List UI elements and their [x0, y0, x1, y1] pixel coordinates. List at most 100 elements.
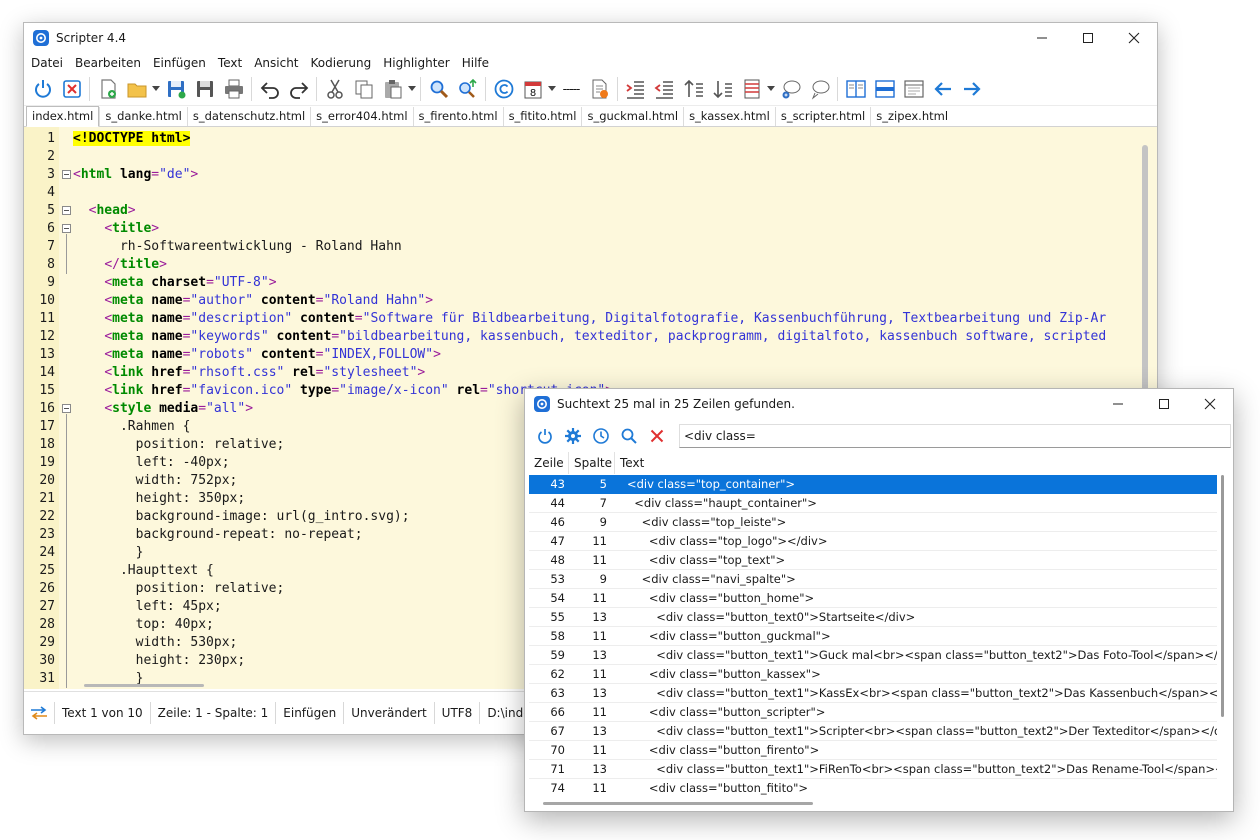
comment-add-icon[interactable] — [776, 75, 805, 103]
code-line[interactable]: left: -40px; — [73, 454, 230, 472]
search-close-button[interactable] — [1187, 389, 1233, 419]
redo-icon[interactable] — [284, 75, 313, 103]
separator-line-button[interactable]: ----- — [557, 82, 585, 96]
code-line[interactable]: <meta charset="UTF-8"> — [73, 274, 276, 292]
sort-desc-icon[interactable] — [708, 75, 737, 103]
tab-s-error404[interactable]: s_error404.html — [310, 107, 412, 126]
code-line[interactable]: position: relative; — [73, 580, 285, 598]
code-line[interactable]: width: 752px; — [73, 472, 238, 490]
result-row[interactable]: 70 11 <div class="button_firento"> — [529, 741, 1217, 760]
split-vertical-icon[interactable] — [841, 75, 870, 103]
insert-file-icon[interactable] — [585, 75, 614, 103]
fold-toggle-icon[interactable] — [62, 224, 71, 233]
code-line[interactable]: <style media="all"> — [73, 400, 253, 418]
fold-toggle-icon[interactable] — [62, 404, 71, 413]
search-minimize-button[interactable] — [1095, 389, 1141, 419]
menu-einfuegen[interactable]: Einfügen — [147, 53, 212, 73]
code-line[interactable]: </title> — [73, 256, 167, 274]
copy-icon[interactable] — [349, 75, 378, 103]
code-line[interactable]: <!DOCTYPE html> — [73, 130, 191, 148]
result-row[interactable]: 62 11 <div class="button_kassex"> — [529, 665, 1217, 684]
column-dropdown-icon[interactable] — [766, 75, 776, 103]
result-row[interactable]: 53 9 <div class="navi_spalte"> — [529, 570, 1217, 589]
tab-s-guckmal[interactable]: s_guckmal.html — [581, 107, 683, 126]
result-row[interactable]: 74 11 <div class="button_fitito"> — [529, 779, 1217, 797]
undo-icon[interactable] — [255, 75, 284, 103]
result-row[interactable]: 55 13 <div class="button_text0">Startseit… — [529, 608, 1217, 627]
code-line[interactable]: background-repeat: no-repeat; — [73, 526, 363, 544]
replace-icon[interactable] — [453, 75, 482, 103]
search-input[interactable] — [679, 424, 1231, 448]
new-file-icon[interactable] — [93, 75, 122, 103]
page-icon[interactable] — [899, 75, 928, 103]
outdent-icon[interactable] — [650, 75, 679, 103]
split-horizontal-icon[interactable] — [870, 75, 899, 103]
tab-s-kassex[interactable]: s_kassex.html — [683, 107, 775, 126]
result-row[interactable]: 43 5 <div class="top_container"> — [529, 475, 1217, 494]
result-row[interactable]: 48 11 <div class="top_text"> — [529, 551, 1217, 570]
open-folder-icon[interactable] — [122, 75, 151, 103]
code-line[interactable]: top: 40px; — [73, 616, 214, 634]
menu-bearbeiten[interactable]: Bearbeiten — [69, 53, 147, 73]
tab-s-danke[interactable]: s_danke.html — [99, 107, 187, 126]
open-dropdown-icon[interactable] — [151, 75, 161, 103]
result-row[interactable]: 63 13 <div class="button_text1">KassEx<br… — [529, 684, 1217, 703]
menu-ansicht[interactable]: Ansicht — [248, 53, 304, 73]
code-line[interactable]: <meta name="author" content="Roland Hahn… — [73, 292, 433, 310]
save-all-icon[interactable] — [190, 75, 219, 103]
menu-datei[interactable]: Datei — [25, 53, 69, 73]
print-icon[interactable] — [219, 75, 248, 103]
tab-s-datenschutz[interactable]: s_datenschutz.html — [186, 107, 310, 126]
result-row[interactable]: 66 11 <div class="button_scripter"> — [529, 703, 1217, 722]
result-row[interactable]: 71 13 <div class="button_text1">FiRenTo<b… — [529, 760, 1217, 779]
menu-highlighter[interactable]: Highlighter — [377, 53, 456, 73]
code-line[interactable]: background-image: url(g_intro.svg); — [73, 508, 410, 526]
power-icon[interactable] — [28, 75, 57, 103]
close-button[interactable] — [1111, 23, 1157, 53]
editor-vertical-scrollbar[interactable] — [1142, 145, 1148, 399]
code-line[interactable]: <title> — [73, 220, 159, 238]
tab-s-scripter[interactable]: s_scripter.html — [774, 107, 870, 126]
paste-dropdown-icon[interactable] — [407, 75, 417, 103]
tab-s-firento[interactable]: s_firento.html — [412, 107, 503, 126]
column-header-zeile[interactable]: Zeile — [529, 452, 569, 474]
code-line[interactable]: height: 350px; — [73, 490, 246, 508]
code-line[interactable]: } — [73, 544, 144, 562]
code-line[interactable]: <link href="rhsoft.css" rel="stylesheet"… — [73, 364, 425, 382]
cut-icon[interactable] — [320, 75, 349, 103]
results-vertical-scrollbar[interactable] — [1221, 475, 1224, 717]
calendar-dropdown-icon[interactable] — [547, 75, 557, 103]
result-row[interactable]: 67 13 <div class="button_text1">Scripter<… — [529, 722, 1217, 741]
results-list[interactable]: 43 5 <div class="top_container"> 44 7 <div … — [529, 475, 1217, 797]
fold-toggle-icon[interactable] — [62, 206, 71, 215]
search-maximize-button[interactable] — [1141, 389, 1187, 419]
code-line[interactable]: <meta name="keywords" content="bildbearb… — [73, 328, 1106, 346]
save-icon[interactable] — [161, 75, 190, 103]
tab-s-zipex[interactable]: s_zipex.html — [870, 107, 953, 126]
code-line[interactable]: .Haupttext { — [73, 562, 214, 580]
result-row[interactable]: 58 11 <div class="button_guckmal"> — [529, 627, 1217, 646]
fold-toggle-icon[interactable] — [62, 170, 71, 179]
code-line[interactable]: position: relative; — [73, 436, 285, 454]
code-line[interactable]: height: 230px; — [73, 652, 246, 670]
indent-icon[interactable] — [621, 75, 650, 103]
code-line[interactable]: rh-Softwareentwicklung - Roland Hahn — [73, 238, 402, 256]
find-icon[interactable] — [424, 75, 453, 103]
calendar-icon[interactable]: 8 — [518, 75, 547, 103]
sort-asc-icon[interactable] — [679, 75, 708, 103]
gear-icon[interactable] — [559, 422, 587, 450]
code-line[interactable]: left: 45px; — [73, 598, 222, 616]
editor-horizontal-scrollbar[interactable] — [84, 684, 204, 687]
paste-icon[interactable] — [378, 75, 407, 103]
column-icon[interactable] — [737, 75, 766, 103]
code-line[interactable]: width: 530px; — [73, 634, 238, 652]
code-line[interactable]: <meta name="robots" content="INDEX,FOLLO… — [73, 346, 441, 364]
clock-icon[interactable] — [587, 422, 615, 450]
arrow-left-icon[interactable] — [928, 75, 957, 103]
close-icon[interactable] — [643, 422, 671, 450]
code-line[interactable]: <head> — [73, 202, 136, 220]
tab-s-fitito[interactable]: s_fitito.html — [502, 107, 582, 126]
result-row[interactable]: 44 7 <div class="haupt_container"> — [529, 494, 1217, 513]
tab-index-html[interactable]: index.html — [26, 106, 100, 127]
search-icon[interactable] — [615, 422, 643, 450]
